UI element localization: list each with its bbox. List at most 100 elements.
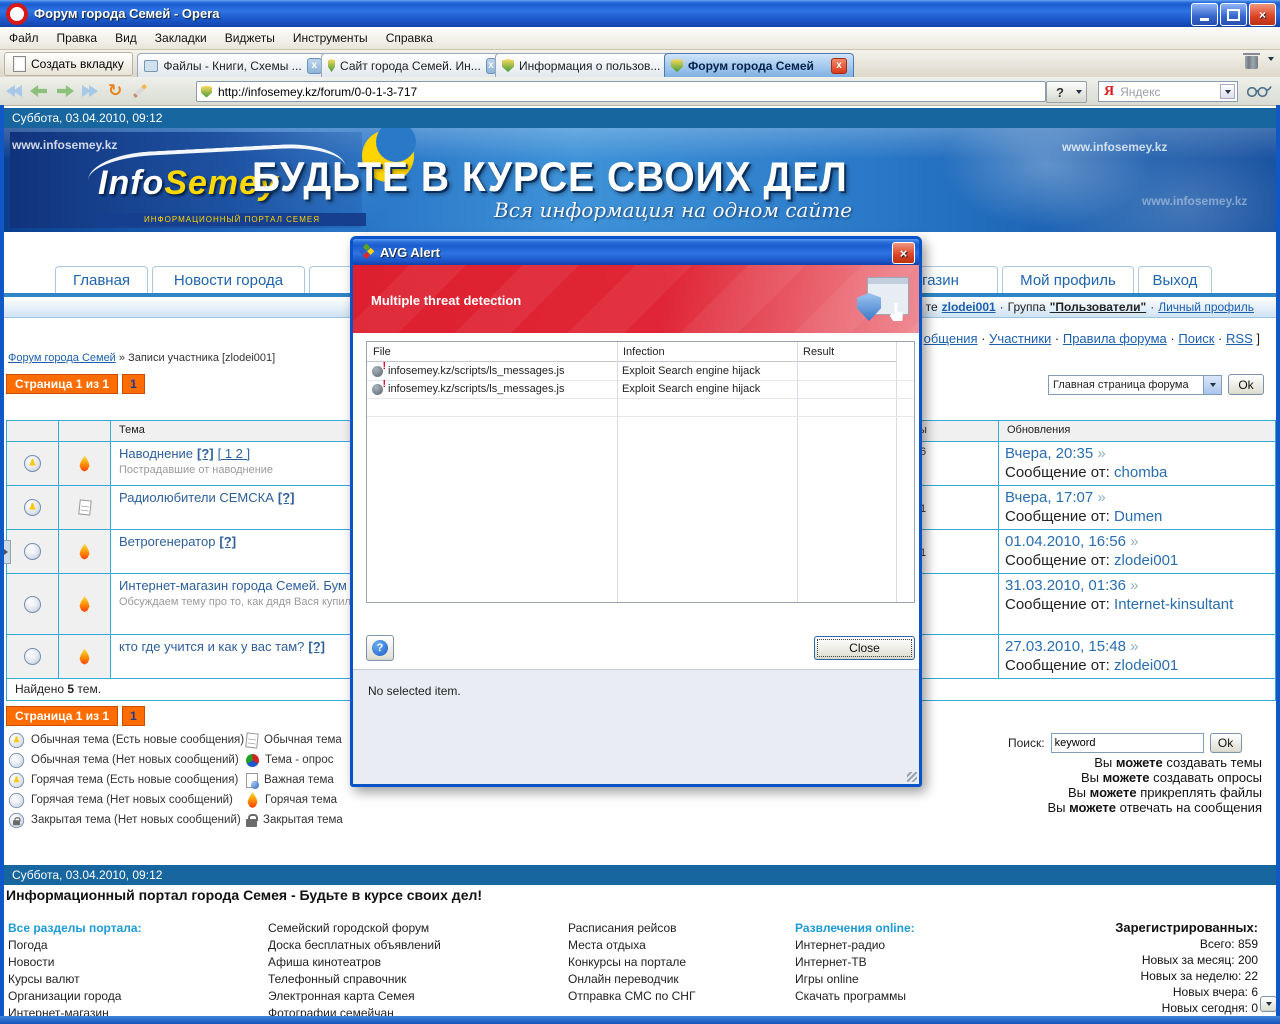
last-post-user-link[interactable]: zlodei001 — [1114, 657, 1178, 674]
nav-tab-logout[interactable]: Выход — [1138, 266, 1212, 293]
footer-link[interactable]: Семейский городской форум — [268, 921, 429, 935]
menu-file[interactable]: Файл — [0, 31, 48, 45]
footer-link[interactable]: Электронная карта Семея — [268, 989, 415, 1003]
last-post-user-link[interactable]: Internet-kinsultant — [1114, 596, 1233, 613]
tab-files[interactable]: Файлы - Книги, Схемы ... x — [137, 53, 329, 77]
help-caret-icon[interactable] — [1072, 81, 1087, 103]
col-file-header[interactable]: File — [367, 342, 617, 362]
poll-icon — [246, 754, 259, 767]
tab-close-icon[interactable]: x — [307, 58, 322, 74]
new-tab-button[interactable]: Создать вкладку — [4, 52, 133, 76]
topic-link[interactable]: Интернет-магазин города Семей. Бум от — [119, 578, 363, 593]
col-result-header[interactable]: Result — [797, 342, 896, 362]
rss-link[interactable]: RSS — [1226, 331, 1253, 346]
nav-tab-home[interactable]: Главная — [55, 266, 148, 293]
personal-profile-link[interactable]: Личный профиль — [1158, 300, 1254, 314]
last-post-time-link[interactable]: Вчера, 20:35 — [1005, 445, 1093, 462]
footer-link[interactable]: Афиша кинотеатров — [268, 955, 381, 969]
footer-link[interactable]: Скачать программы — [795, 989, 906, 1003]
topic-link[interactable]: Радиолюбители СЕМСКА — [119, 490, 274, 505]
rewind-button[interactable] — [6, 85, 20, 97]
menu-bookmarks[interactable]: Закладки — [146, 31, 216, 45]
footer-link[interactable]: Онлайн переводчик — [568, 972, 679, 986]
search-engine-caret-icon[interactable] — [1220, 84, 1235, 99]
footer-link[interactable]: Игры online — [795, 972, 859, 986]
avg-dialog-title-bar[interactable]: AVG Alert × — [353, 239, 919, 265]
last-post-user-link[interactable]: zlodei001 — [1114, 552, 1178, 569]
panel-toggle-icon[interactable] — [0, 540, 11, 564]
footer-link[interactable]: Организации города — [8, 989, 121, 1003]
footer-link[interactable]: Расписания рейсов — [568, 921, 677, 935]
footer-link[interactable]: Места отдыха — [568, 938, 646, 952]
edit-pencil-icon[interactable] — [133, 84, 147, 98]
members-link[interactable]: Участники — [989, 331, 1051, 346]
last-post-time-link[interactable]: Вчера, 17:07 — [1005, 489, 1093, 506]
tab-site[interactable]: Сайт города Семей. Ин... x — [321, 53, 503, 77]
menu-help[interactable]: Справка — [377, 31, 442, 45]
nav-tab-profile[interactable]: Мой профиль — [1002, 266, 1134, 293]
tab-close-icon[interactable]: x — [831, 58, 847, 74]
username-link[interactable]: zlodei001 — [942, 300, 996, 314]
forum-jump-select[interactable]: Главная страница форума — [1048, 375, 1222, 395]
search-box[interactable]: Я Яндекс — [1098, 81, 1238, 102]
tab-userinfo[interactable]: Информация о пользов... — [495, 53, 674, 77]
rules-link[interactable]: Правила форума — [1063, 331, 1167, 346]
back-button[interactable] — [30, 85, 47, 97]
search-ok-button[interactable]: Ok — [1210, 733, 1242, 753]
topic-link[interactable]: Ветрогенератор — [119, 534, 215, 549]
resize-grip[interactable] — [907, 772, 917, 782]
col-infection-header[interactable]: Infection — [617, 342, 797, 362]
avg-close-icon[interactable]: × — [892, 242, 915, 264]
update-cell: Вчера, 20:35 » Сообщение от: chomba — [998, 441, 1275, 485]
threat-row[interactable]: infosemey.kz/scripts/ls_messages.js Expl… — [367, 380, 914, 399]
close-button[interactable]: × — [1249, 3, 1276, 26]
footer-link[interactable]: Интернет-радио — [795, 938, 885, 952]
last-post-time-link[interactable]: 01.04.2010, 16:56 — [1005, 533, 1126, 550]
page-number[interactable]: 1 — [122, 374, 145, 394]
zoom-glasses-icon[interactable] — [1246, 84, 1272, 99]
messages-link[interactable]: общения — [924, 331, 978, 346]
menu-widgets[interactable]: Виджеты — [216, 31, 284, 45]
minimize-button[interactable] — [1191, 3, 1218, 26]
menu-tools[interactable]: Инструменты — [284, 31, 377, 45]
footer-link[interactable]: Конкурсы на портале — [568, 955, 686, 969]
menu-edit[interactable]: Правка — [48, 31, 107, 45]
avg-close-button[interactable]: Close — [814, 636, 915, 660]
jump-ok-button[interactable]: Ok — [1228, 374, 1264, 395]
page-number[interactable]: 1 — [122, 706, 145, 726]
tab-forum-active[interactable]: Форум города Семей x — [664, 53, 854, 77]
address-field[interactable]: http://infosemey.kz/forum/0-0-1-3-717 — [196, 81, 1046, 102]
topic-pages[interactable]: [ 1 2 ] — [218, 446, 251, 461]
avg-help-button[interactable]: ? — [366, 635, 394, 661]
footer-link[interactable]: Интернет-ТВ — [795, 955, 867, 969]
footer-link[interactable]: Отправка СМС по СНГ — [568, 989, 695, 1003]
search-link[interactable]: Поиск — [1178, 331, 1214, 346]
refresh-icon[interactable]: ↻ — [108, 81, 122, 101]
footer-link[interactable]: Телефонный справочник — [268, 972, 406, 986]
last-post-time-link[interactable]: 31.03.2010, 01:36 — [1005, 577, 1126, 594]
last-post-user-link[interactable]: Dumen — [1114, 508, 1162, 525]
forward-button[interactable] — [57, 85, 74, 97]
footer-link[interactable]: Курсы валют — [8, 972, 80, 986]
footer-link[interactable]: Погода — [8, 938, 48, 952]
footer-link[interactable]: Новости — [8, 955, 54, 969]
help-button[interactable]: ? — [1046, 81, 1074, 103]
topic-link[interactable]: кто где учится и как у вас там? — [119, 639, 304, 654]
nav-tab-news[interactable]: Новости города — [152, 266, 305, 293]
breadcrumb-forum-link[interactable]: Форум города Семей — [8, 352, 116, 364]
threat-row[interactable]: infosemey.kz/scripts/ls_messages.js Expl… — [367, 362, 914, 381]
footer-link[interactable]: Доска бесплатных объявлений — [268, 938, 441, 952]
topic-link[interactable]: Наводнение — [119, 446, 193, 461]
last-post-user-link[interactable]: chomba — [1114, 464, 1167, 481]
search-input[interactable] — [1051, 733, 1204, 753]
threat-table[interactable]: File Infection Result infosemey.kz/scrip… — [366, 341, 915, 603]
scroll-down-button[interactable] — [1260, 996, 1277, 1012]
select-caret-icon[interactable] — [1203, 376, 1221, 394]
restore-button[interactable] — [1220, 3, 1247, 26]
group-link[interactable]: "Пользователи" — [1050, 300, 1146, 314]
fast-forward-button[interactable] — [84, 85, 98, 97]
menu-view[interactable]: Вид — [106, 31, 146, 45]
title-bar[interactable]: Форум города Семей - Opera × — [0, 0, 1280, 27]
trash-icon[interactable] — [1245, 56, 1258, 69]
last-post-time-link[interactable]: 27.03.2010, 15:48 — [1005, 638, 1126, 655]
